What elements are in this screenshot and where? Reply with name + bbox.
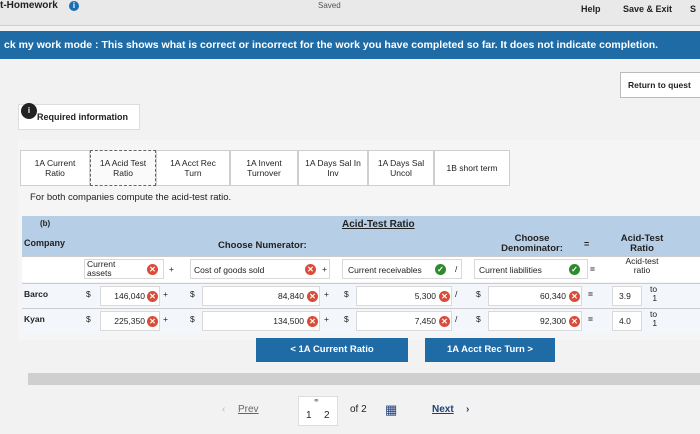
table-row: Kyan $ 225,350 ✕ + $ 134,500 ✕ + $ 7,450… xyxy=(22,308,700,334)
item3-select[interactable]: Current receivables ✓ xyxy=(342,259,462,279)
ratio-input[interactable]: 4.0 xyxy=(612,311,642,331)
save-exit-button[interactable]: Save & Exit xyxy=(623,4,672,14)
denominator-header: Choose Denominator: xyxy=(501,233,563,254)
plus-sign: + xyxy=(322,264,327,274)
value1-input[interactable]: 225,350 ✕ xyxy=(100,311,160,331)
dollar-sign: $ xyxy=(476,314,481,324)
value2-input[interactable]: 84,840 ✕ xyxy=(202,286,320,306)
prev-tab-button[interactable]: < 1A Current Ratio xyxy=(256,338,408,362)
item1-select[interactable]: Current assets ✕ xyxy=(84,259,164,279)
pager-next-button[interactable]: Next xyxy=(432,404,454,415)
incorrect-icon: ✕ xyxy=(439,316,450,327)
slash-sign: / xyxy=(455,314,458,324)
table-row: Barco $ 146,040 ✕ + $ 84,840 ✕ + $ 5,300… xyxy=(22,283,700,308)
page-1[interactable]: 1 xyxy=(306,410,312,421)
dollar-sign: $ xyxy=(86,314,91,324)
app-title: t-Homework xyxy=(0,0,58,11)
pager-of: of 2 xyxy=(350,404,367,415)
incorrect-icon: ✕ xyxy=(147,291,158,302)
saved-status: Saved xyxy=(318,1,341,10)
dollar-sign: $ xyxy=(86,289,91,299)
correct-icon: ✓ xyxy=(435,264,446,275)
incorrect-icon: ✕ xyxy=(569,291,580,302)
ratio-label: Acid-test ratio xyxy=(625,256,659,275)
required-info-label: Required information xyxy=(37,112,129,122)
table-title: Acid-Test Ratio xyxy=(342,219,415,230)
help-button[interactable]: Help xyxy=(581,4,601,14)
tab-acct-rec-turn[interactable]: 1A Acct Rec Turn xyxy=(156,150,230,186)
info-icon[interactable]: i xyxy=(69,1,79,11)
denominator-label: Current liabilities xyxy=(479,265,542,275)
correct-icon: ✓ xyxy=(569,264,580,275)
next-tab-button[interactable]: 1A Acct Rec Turn > xyxy=(425,338,555,362)
value3-input[interactable]: 5,300 ✕ xyxy=(356,286,452,306)
grid-icon[interactable]: ▦ xyxy=(385,402,397,418)
return-to-question-button[interactable]: Return to quest xyxy=(620,72,700,98)
pager-next-chevron-icon: › xyxy=(466,404,470,415)
value3-input[interactable]: 7,450 ✕ xyxy=(356,311,452,331)
tab-days-sal-uncol[interactable]: 1A Days Sal Uncol xyxy=(368,150,434,186)
value4-input[interactable]: 60,340 ✕ xyxy=(488,286,582,306)
dollar-sign: $ xyxy=(344,289,349,299)
plus-sign: + xyxy=(169,264,174,274)
equals-sign: = xyxy=(588,314,593,324)
table-header-row: Company Choose Numerator: Choose Denomina… xyxy=(22,234,700,256)
tab-days-sal-inv[interactable]: 1A Days Sal In Inv xyxy=(298,150,368,186)
ratio-suffix: to 1 xyxy=(650,284,658,303)
part-label: (b) xyxy=(40,219,51,228)
company-name: Barco xyxy=(24,289,49,299)
item2-label: Cost of goods sold xyxy=(194,265,265,275)
incorrect-icon: ✕ xyxy=(439,291,450,302)
incorrect-icon: ✕ xyxy=(569,316,580,327)
link-icon: ⚭ xyxy=(313,396,320,405)
pager-prev-chevron-icon: ‹ xyxy=(222,404,226,415)
equals-sign: = xyxy=(588,289,593,299)
equals-sign: = xyxy=(590,264,595,274)
submit-button[interactable]: S xyxy=(690,4,696,14)
slash-sign: / xyxy=(455,289,458,299)
horizontal-scrollbar[interactable] xyxy=(28,373,700,385)
plus-sign: + xyxy=(324,289,329,299)
numerator-header: Choose Numerator: xyxy=(218,240,307,251)
page-selector[interactable]: ⚭ 1 2 xyxy=(298,396,338,426)
dollar-sign: $ xyxy=(190,314,195,324)
equals-header: = xyxy=(584,239,590,249)
item3-label: Current receivables xyxy=(348,265,422,275)
value1-input[interactable]: 146,040 ✕ xyxy=(100,286,160,306)
company-name: Kyan xyxy=(24,314,45,324)
ratio-input[interactable]: 3.9 xyxy=(612,286,642,306)
value4-input[interactable]: 92,300 ✕ xyxy=(488,311,582,331)
incorrect-icon: ✕ xyxy=(307,291,318,302)
incorrect-icon: ✕ xyxy=(147,264,158,275)
tab-current-ratio[interactable]: 1A Current Ratio xyxy=(20,150,90,186)
incorrect-icon: ✕ xyxy=(307,316,318,327)
page-2[interactable]: 2 xyxy=(324,410,330,421)
top-bar: t-Homework i Saved Help Save & Exit S xyxy=(0,0,700,26)
table-row-labels: Current assets ✕ + Cost of goods sold ✕ +… xyxy=(22,256,700,282)
item2-select[interactable]: Cost of goods sold ✕ xyxy=(190,259,330,279)
value2-input[interactable]: 134,500 ✕ xyxy=(202,311,320,331)
tab-acid-test-ratio[interactable]: 1A Acid Test Ratio xyxy=(90,150,156,186)
dollar-sign: $ xyxy=(344,314,349,324)
company-header: Company xyxy=(24,238,66,248)
required-info-icon: i xyxy=(21,103,37,119)
pager-prev-button[interactable]: Prev xyxy=(238,404,259,415)
plus-sign: + xyxy=(163,314,168,324)
check-my-work-banner: ck my work mode : This shows what is cor… xyxy=(0,31,700,59)
question-text: For both companies compute the acid-test… xyxy=(30,192,232,203)
incorrect-icon: ✕ xyxy=(305,264,316,275)
ratio-suffix: to 1 xyxy=(650,309,658,328)
dollar-sign: $ xyxy=(476,289,481,299)
slash-sign: / xyxy=(455,264,458,274)
dollar-sign: $ xyxy=(190,289,195,299)
incorrect-icon: ✕ xyxy=(147,316,158,327)
table-title-row: (b) Acid-Test Ratio xyxy=(22,216,700,234)
plus-sign: + xyxy=(324,314,329,324)
result-header: Acid-Test Ratio xyxy=(620,233,664,254)
plus-sign: + xyxy=(163,289,168,299)
tab-invent-turnover[interactable]: 1A Invent Turnover xyxy=(230,150,298,186)
required-info-header[interactable]: i Required information xyxy=(18,103,140,130)
tab-short-term[interactable]: 1B short term xyxy=(434,150,510,186)
denominator-select[interactable]: Current liabilities ✓ xyxy=(474,259,588,279)
